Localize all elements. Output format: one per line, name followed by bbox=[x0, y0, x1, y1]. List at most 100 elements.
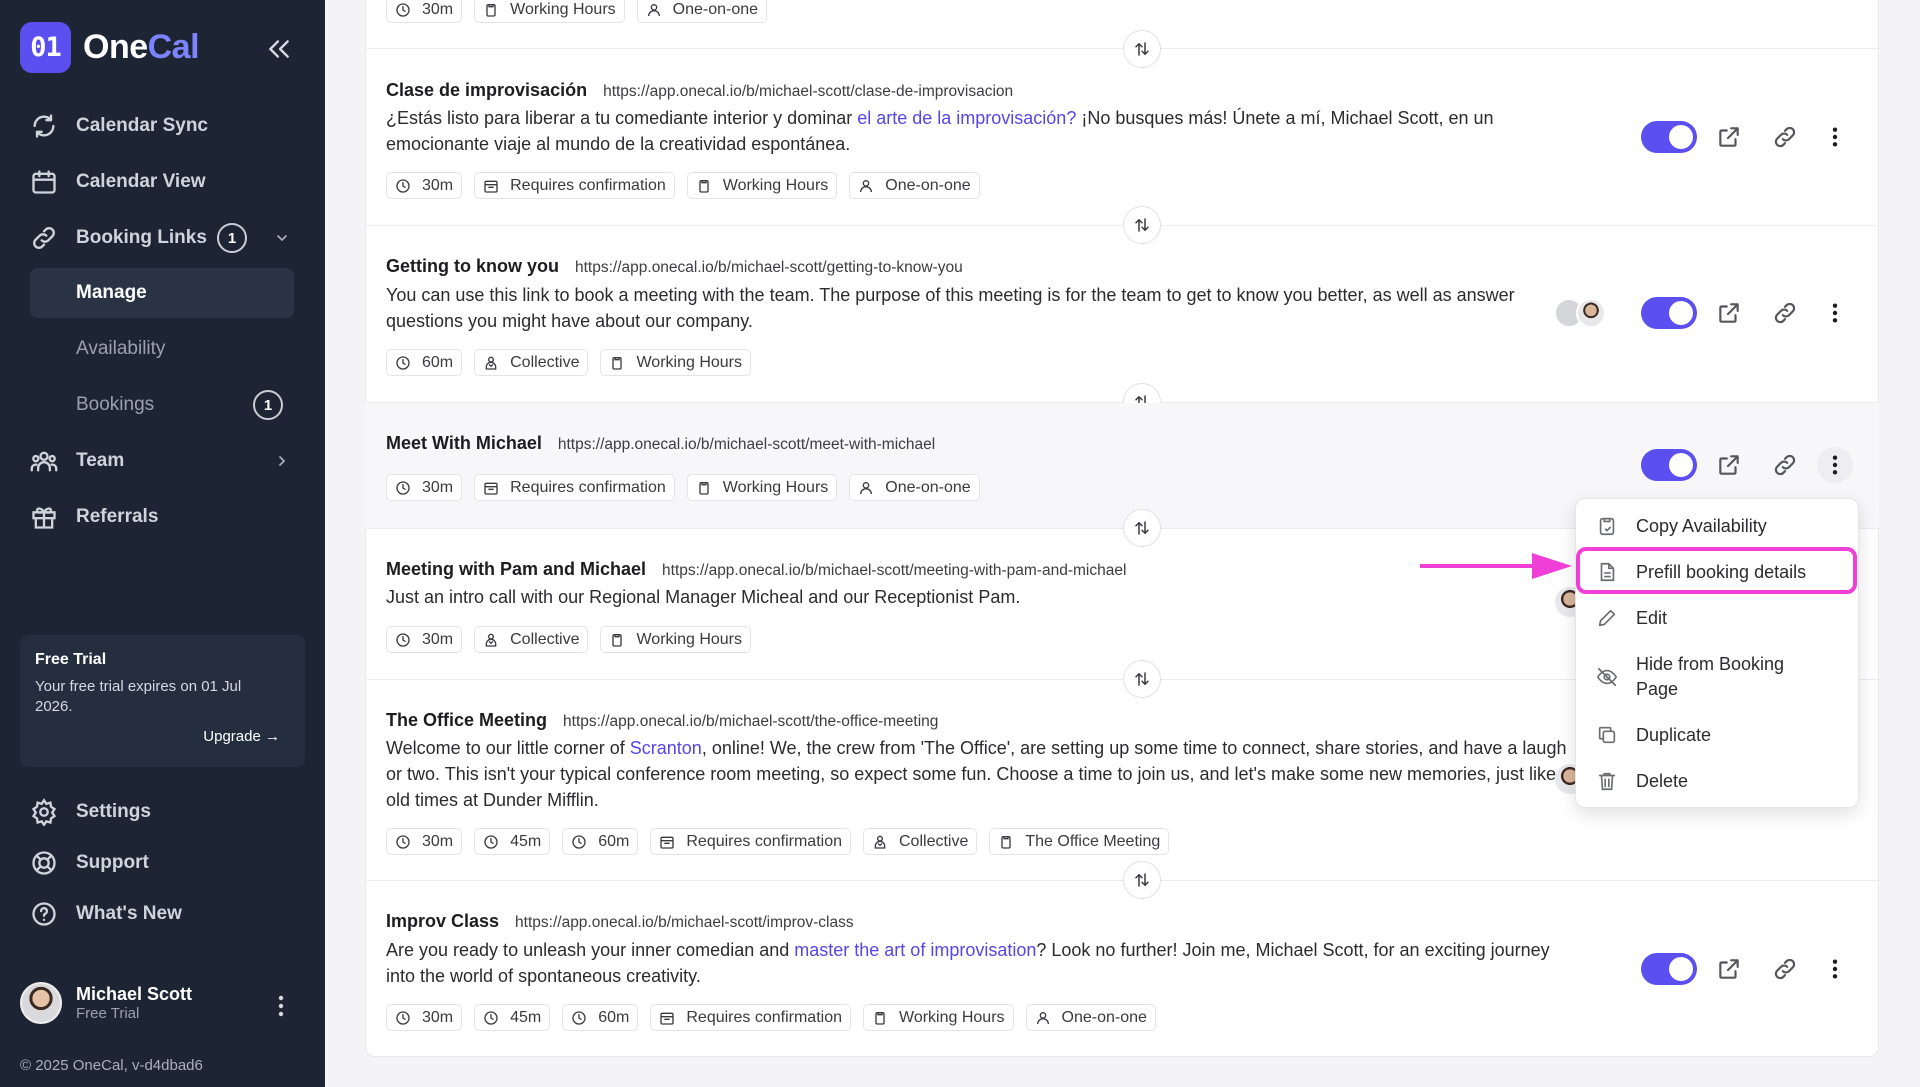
enabled-toggle[interactable] bbox=[1641, 297, 1697, 329]
reorder-button[interactable] bbox=[1123, 861, 1161, 899]
trial-title: Free Trial bbox=[35, 651, 107, 668]
nav-support[interactable]: Support bbox=[30, 843, 149, 883]
nav-referrals[interactable]: Referrals bbox=[30, 497, 158, 537]
tag-duration: 30m bbox=[386, 474, 463, 501]
copy-link-icon[interactable] bbox=[1772, 300, 1798, 326]
menu-delete[interactable]: Delete bbox=[1596, 770, 1688, 792]
link-url[interactable]: https://app.onecal.io/b/michael-scott/th… bbox=[563, 713, 938, 731]
tag-list: 30m Working Hours One-on-one bbox=[386, 0, 768, 23]
tag-duration: 60m bbox=[562, 828, 639, 855]
nav-label: Calendar View bbox=[76, 171, 206, 192]
enabled-toggle[interactable] bbox=[1641, 121, 1697, 153]
enabled-toggle[interactable] bbox=[1641, 449, 1697, 481]
description-link[interactable]: Scranton bbox=[630, 738, 702, 758]
chevron-down-icon[interactable] bbox=[274, 230, 290, 246]
tag-schedule: Working Hours bbox=[474, 0, 625, 23]
link-url[interactable]: https://app.onecal.io/b/michael-scott/im… bbox=[515, 914, 854, 932]
link-url[interactable]: https://app.onecal.io/b/michael-scott/cl… bbox=[603, 83, 1013, 101]
nav-calendar-sync[interactable]: Calendar Sync bbox=[30, 106, 208, 146]
divider bbox=[365, 880, 1879, 881]
calendar-icon bbox=[659, 1010, 675, 1026]
tag-confirmation: Requires confirmation bbox=[474, 172, 675, 199]
link-title: Meet With Michael bbox=[386, 433, 542, 453]
open-external-icon[interactable] bbox=[1716, 300, 1742, 326]
tag-schedule: Working Hours bbox=[600, 349, 751, 376]
eye-off-icon bbox=[1596, 667, 1618, 687]
link-description: Are you ready to unleash your inner come… bbox=[386, 940, 1550, 986]
gear-icon bbox=[31, 798, 57, 826]
link-description: Just an intro call with our Regional Man… bbox=[386, 587, 1021, 607]
menu-edit[interactable]: Edit bbox=[1596, 607, 1667, 629]
enabled-toggle[interactable] bbox=[1641, 953, 1697, 985]
clipboard-icon bbox=[609, 632, 625, 648]
copy-link-icon[interactable] bbox=[1772, 452, 1798, 478]
reorder-button[interactable] bbox=[1123, 660, 1161, 698]
clock-icon bbox=[395, 355, 411, 371]
reorder-button[interactable] bbox=[1123, 30, 1161, 68]
clock-icon bbox=[483, 834, 499, 850]
sub-item-availability[interactable]: Availability bbox=[30, 324, 294, 374]
menu-duplicate[interactable]: Duplicate bbox=[1596, 724, 1711, 746]
clock-icon bbox=[483, 1010, 499, 1026]
sub-item-manage[interactable]: Manage bbox=[30, 268, 294, 318]
reorder-button[interactable] bbox=[1123, 206, 1161, 244]
nav-calendar-view[interactable]: Calendar View bbox=[30, 162, 206, 202]
collapse-sidebar-icon[interactable] bbox=[266, 36, 292, 62]
link-url[interactable]: https://app.onecal.io/b/michael-scott/ge… bbox=[575, 259, 963, 277]
sidebar: 01 OneCal Calendar Sync Calendar View Bo… bbox=[0, 0, 325, 1087]
nav-team[interactable]: Team bbox=[30, 441, 294, 481]
clock-icon bbox=[395, 178, 411, 194]
link-url[interactable]: https://app.onecal.io/b/michael-scott/me… bbox=[558, 436, 935, 454]
open-external-icon[interactable] bbox=[1716, 452, 1742, 478]
tag-confirmation: Requires confirmation bbox=[474, 474, 675, 501]
more-options-button[interactable] bbox=[1817, 951, 1853, 987]
copy-link-icon[interactable] bbox=[1772, 124, 1798, 150]
user-menu-icon[interactable] bbox=[272, 994, 290, 1018]
nav-settings[interactable]: Settings bbox=[30, 792, 151, 832]
description-link[interactable]: master the art of improvisation bbox=[794, 940, 1036, 960]
link-url[interactable]: https://app.onecal.io/b/michael-scott/me… bbox=[662, 562, 1126, 580]
swap-icon bbox=[1133, 519, 1151, 537]
nav-whats-new[interactable]: What's New bbox=[30, 894, 182, 934]
nav-booking-links[interactable]: Booking Links bbox=[30, 218, 294, 258]
nav-label: Booking Links bbox=[76, 227, 207, 248]
menu-hide-from-booking-page[interactable]: Hide from Booking Page bbox=[1596, 652, 1816, 702]
link-title: Clase de improvisación bbox=[386, 80, 588, 100]
duplicate-icon bbox=[1598, 726, 1616, 744]
clipboard-icon bbox=[609, 355, 625, 371]
pencil-icon bbox=[1598, 609, 1616, 627]
users-icon bbox=[483, 355, 499, 371]
upgrade-link[interactable]: Upgrade → bbox=[203, 728, 280, 745]
clipboard-icon bbox=[998, 834, 1014, 850]
calendar-icon bbox=[483, 178, 499, 194]
open-external-icon[interactable] bbox=[1716, 124, 1742, 150]
tag-confirmation: Requires confirmation bbox=[650, 828, 851, 855]
user-icon bbox=[858, 480, 874, 496]
user-profile[interactable]: Michael Scott Free Trial bbox=[20, 982, 192, 1024]
tag-duration: 30m bbox=[386, 172, 463, 199]
arrow-icon bbox=[1420, 553, 1572, 579]
more-options-button[interactable] bbox=[1817, 295, 1853, 331]
logo[interactable]: 01 OneCal bbox=[20, 22, 200, 73]
copy-link-icon[interactable] bbox=[1772, 956, 1798, 982]
nav-label: What's New bbox=[76, 903, 182, 924]
more-options-button[interactable] bbox=[1817, 119, 1853, 155]
gift-icon bbox=[32, 507, 56, 529]
chevron-right-icon[interactable] bbox=[274, 453, 290, 469]
clock-icon bbox=[395, 632, 411, 648]
tag-duration: 30m bbox=[386, 828, 463, 855]
link-title-row: Meeting with Pam and Michael https://app… bbox=[386, 559, 1126, 580]
tag-duration: 30m bbox=[386, 626, 463, 653]
footer-copyright: © 2025 OneCal, v-d4dbad6 bbox=[20, 1057, 203, 1074]
more-options-button[interactable] bbox=[1817, 447, 1853, 483]
calendar-icon bbox=[659, 834, 675, 850]
menu-copy-availability[interactable]: Copy Availability bbox=[1596, 515, 1767, 537]
link-description: ¿Estás listo para liberar a tu comediant… bbox=[386, 108, 1494, 154]
help-icon bbox=[32, 902, 56, 926]
avatar bbox=[1555, 764, 1575, 794]
tag-list: 30m 45m 60m Requires confirmation Workin… bbox=[386, 1004, 1156, 1031]
logo-text: OneCal bbox=[83, 28, 200, 66]
open-external-icon[interactable] bbox=[1716, 956, 1742, 982]
description-link[interactable]: el arte de la improvisación? bbox=[857, 108, 1076, 128]
reorder-button[interactable] bbox=[1123, 509, 1161, 547]
